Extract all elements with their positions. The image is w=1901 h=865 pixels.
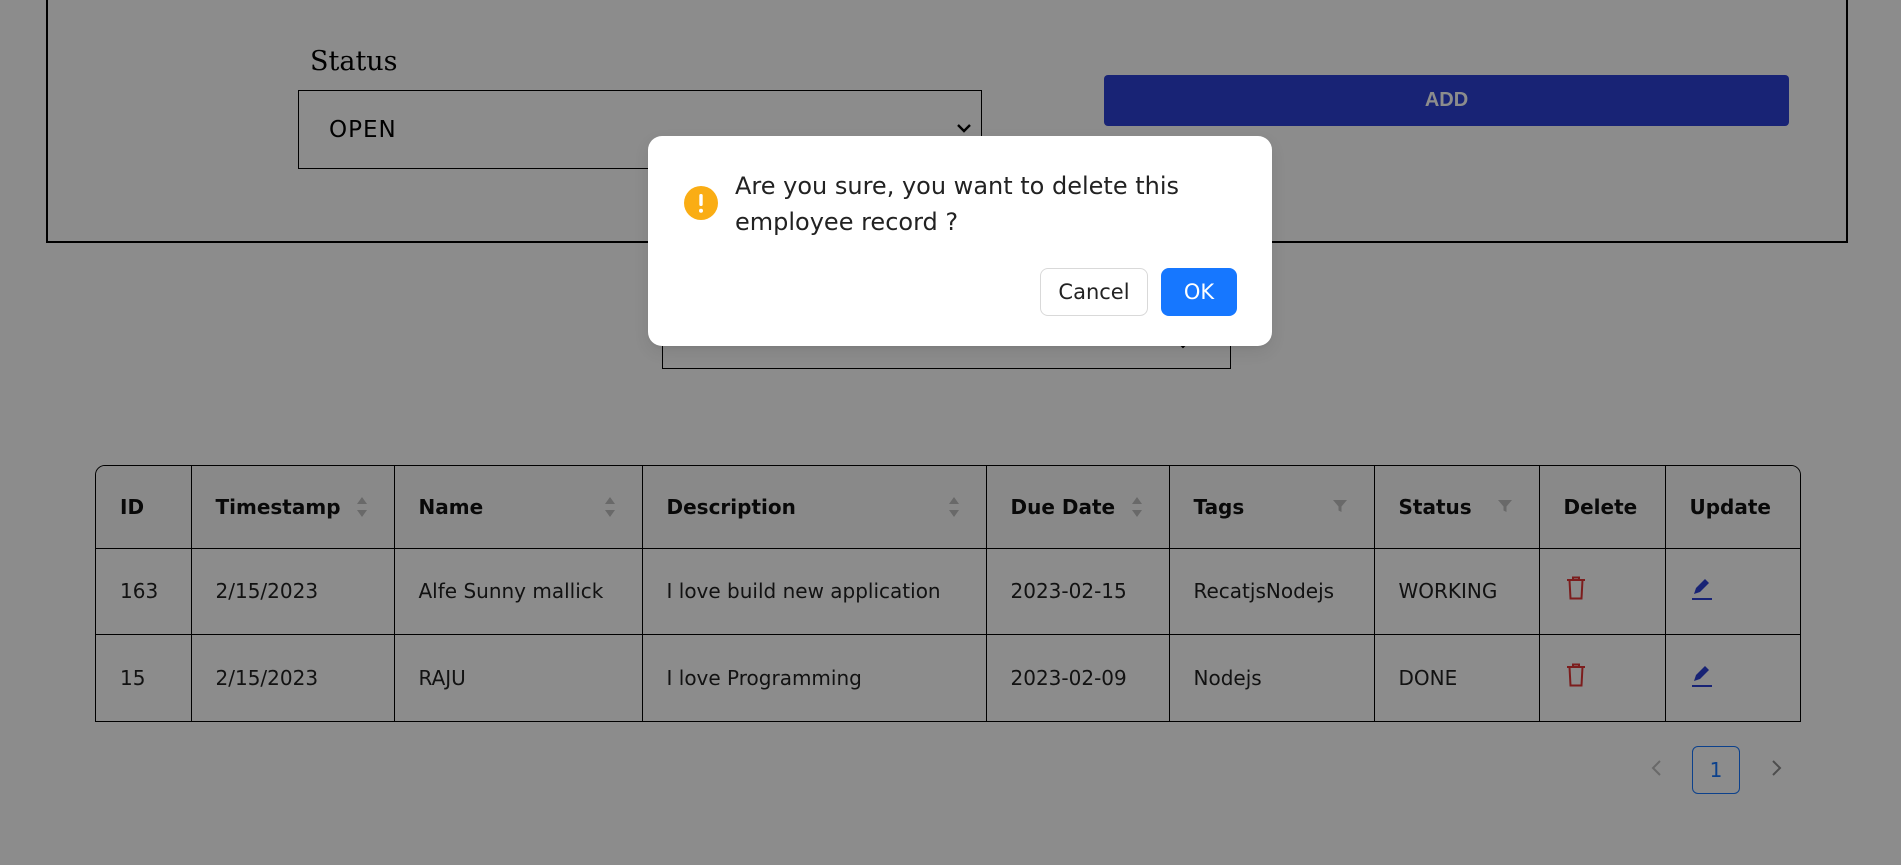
delete-confirm-dialog: Are you sure, you want to delete this em…	[648, 136, 1272, 346]
ok-button[interactable]: OK	[1161, 268, 1237, 316]
confirm-message: Are you sure, you want to delete this em…	[735, 172, 1180, 236]
modal-mask[interactable]	[0, 0, 1901, 865]
cancel-button[interactable]: Cancel	[1040, 268, 1148, 316]
exclamation-circle-icon	[684, 186, 718, 220]
